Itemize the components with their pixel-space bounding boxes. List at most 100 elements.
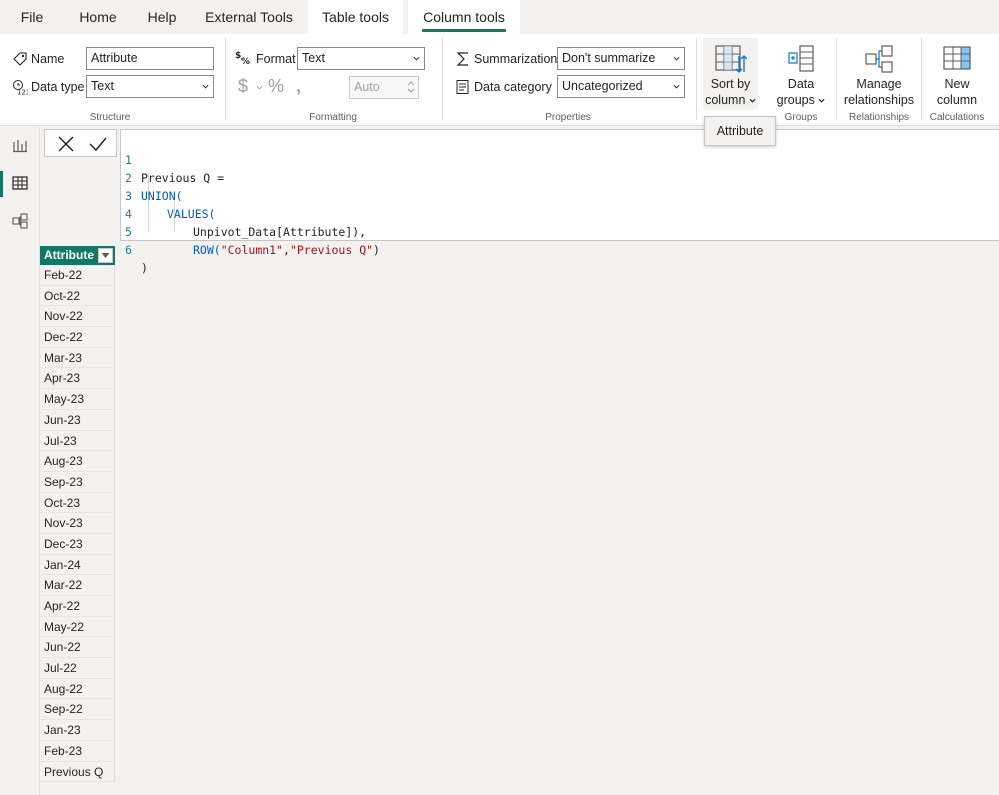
manage-relationships-button[interactable]: Manage relationships (840, 38, 918, 110)
group-label-calculations: Calculations (929, 112, 985, 123)
table-row[interactable]: Jul-23 (40, 430, 115, 452)
data-view-button[interactable] (0, 165, 40, 203)
decimal-places-value: Auto (354, 80, 380, 94)
table-row[interactable]: Jan-24 (40, 554, 115, 576)
tab-help[interactable]: Help (138, 0, 186, 34)
table-row[interactable]: Sep-23 (40, 471, 115, 493)
format-label: Format (256, 52, 296, 66)
code-token: "Column1" (220, 243, 284, 257)
table-row[interactable]: Feb-23 (40, 740, 115, 762)
ribbon: Name Attribute 123 Data type Text Struct… (0, 34, 999, 126)
table-row[interactable]: Feb-22 (40, 265, 115, 286)
tab-table-tools[interactable]: Table tools (308, 0, 403, 34)
table-row[interactable]: Aug-22 (40, 678, 115, 700)
column-filter-button[interactable] (98, 248, 113, 263)
relationships-icon (865, 45, 893, 73)
table-row[interactable]: Mar-22 (40, 575, 115, 596)
table-row[interactable]: Oct-22 (40, 285, 115, 307)
formula-bar-controls (44, 129, 117, 157)
data-groups-button[interactable]: Data groups (768, 38, 834, 110)
group-separator (921, 38, 922, 120)
table-row[interactable]: Jan-23 (40, 720, 115, 741)
table-row[interactable]: Jun-22 (40, 637, 115, 659)
table-row[interactable]: Oct-23 (40, 492, 115, 514)
column-header-label: Attribute (44, 248, 94, 262)
code-token: ) (373, 243, 380, 257)
table-row[interactable]: May-22 (40, 616, 115, 638)
code-text: Unpivot_Data[Attribute]), (193, 225, 367, 239)
code-text: Previous Q = (141, 171, 225, 185)
svg-text:123: 123 (17, 89, 28, 96)
group-separator (225, 38, 226, 120)
sort-by-column-label: Sort by column (703, 76, 758, 108)
model-view-button[interactable] (0, 203, 40, 241)
group-label-groups: Groups (784, 112, 818, 123)
group-label-structure: Structure (89, 112, 131, 123)
data-type-select[interactable]: Text (86, 75, 214, 98)
code-text: ROW("Column1","Previous Q") (193, 241, 380, 259)
decimal-places-input[interactable]: Auto (349, 76, 419, 99)
percent-icon[interactable]: % (268, 76, 284, 97)
table-row[interactable]: Jun-23 (40, 409, 115, 431)
table-row[interactable]: Previous Q (40, 761, 115, 783)
table-row[interactable]: Jul-22 (40, 658, 115, 679)
report-view-icon (13, 140, 27, 153)
table-row[interactable]: Apr-23 (40, 368, 115, 390)
sort-label-line2: column (703, 92, 758, 108)
sort-label-line1: Sort by (710, 77, 751, 91)
cancel-formula-icon[interactable] (55, 133, 77, 155)
new-column-label: New column (926, 76, 988, 108)
chevron-down-icon (749, 98, 756, 103)
table-row[interactable]: Sep-22 (40, 699, 115, 721)
format-icon: $ % (235, 51, 250, 65)
sort-column-tooltip[interactable]: Attribute (704, 116, 776, 146)
table-row[interactable]: May-23 (40, 389, 115, 410)
spinner-arrows-icon[interactable] (407, 79, 415, 95)
tab-home[interactable]: Home (70, 0, 126, 34)
data-category-select[interactable]: Uncategorized (557, 75, 685, 98)
group-label-relationships: Relationships (848, 112, 910, 123)
table-row[interactable]: Nov-23 (40, 513, 115, 534)
tab-column-tools[interactable]: Column tools (408, 0, 520, 34)
data-type-icon: 123 (13, 80, 28, 96)
format-select[interactable]: Text (297, 47, 425, 70)
table-body: Feb-22 Oct-22 Nov-22 Dec-22 Mar-23 Apr-23 May-… (40, 265, 115, 783)
table-row[interactable]: Dec-22 (40, 327, 115, 348)
column-header-attribute[interactable]: Attribute (40, 246, 115, 265)
table-row[interactable]: Dec-23 (40, 533, 115, 555)
comma-style-icon[interactable]: , (296, 76, 301, 97)
sort-by-column-button[interactable]: Sort by column (703, 38, 758, 110)
chevron-down-icon (673, 56, 680, 61)
code-line: 1 Previous Q = (121, 133, 224, 185)
group-label-formatting: Formatting (309, 112, 357, 123)
active-tab-underline (422, 29, 506, 32)
relationships-line1: Manage (856, 77, 902, 91)
data-groups-icon (788, 45, 814, 72)
data-table: Attribute Feb-22 Oct-22 Nov-22 Dec-22 Mar-23… (40, 246, 115, 783)
name-input[interactable]: Attribute (86, 47, 214, 70)
chevron-down-icon (818, 98, 825, 103)
currency-icon[interactable]: $ (238, 76, 248, 97)
manage-relationships-label: Manage relationships (840, 76, 918, 108)
tab-external-tools[interactable]: External Tools (198, 0, 300, 34)
table-row[interactable]: Apr-22 (40, 596, 115, 617)
summarization-select[interactable]: Don't summarize (557, 47, 685, 70)
table-row[interactable]: Aug-23 (40, 451, 115, 472)
dax-formula-editor[interactable]: 1 Previous Q = 2 UNION( 3 VALUES( 4 Unpi… (120, 129, 999, 275)
table-row[interactable]: Mar-23 (40, 347, 115, 369)
data-category-icon (456, 80, 469, 94)
new-column-button[interactable]: New column (926, 38, 988, 110)
new-column-icon (943, 46, 971, 70)
chevron-down-icon (202, 84, 209, 89)
relationships-line2: relationships (843, 93, 915, 107)
group-separator (696, 38, 697, 120)
tab-file[interactable]: File (12, 0, 52, 34)
table-row[interactable]: Nov-22 (40, 306, 115, 328)
data-groups-line1: Data (787, 77, 815, 91)
report-view-button[interactable] (0, 127, 40, 165)
data-groups-label: Data groups (768, 76, 834, 108)
new-column-line2: column (936, 93, 978, 107)
commit-formula-icon[interactable] (87, 133, 109, 155)
code-line: 4 Unpivot_Data[Attribute]), (121, 187, 366, 239)
model-view-icon (12, 213, 28, 229)
